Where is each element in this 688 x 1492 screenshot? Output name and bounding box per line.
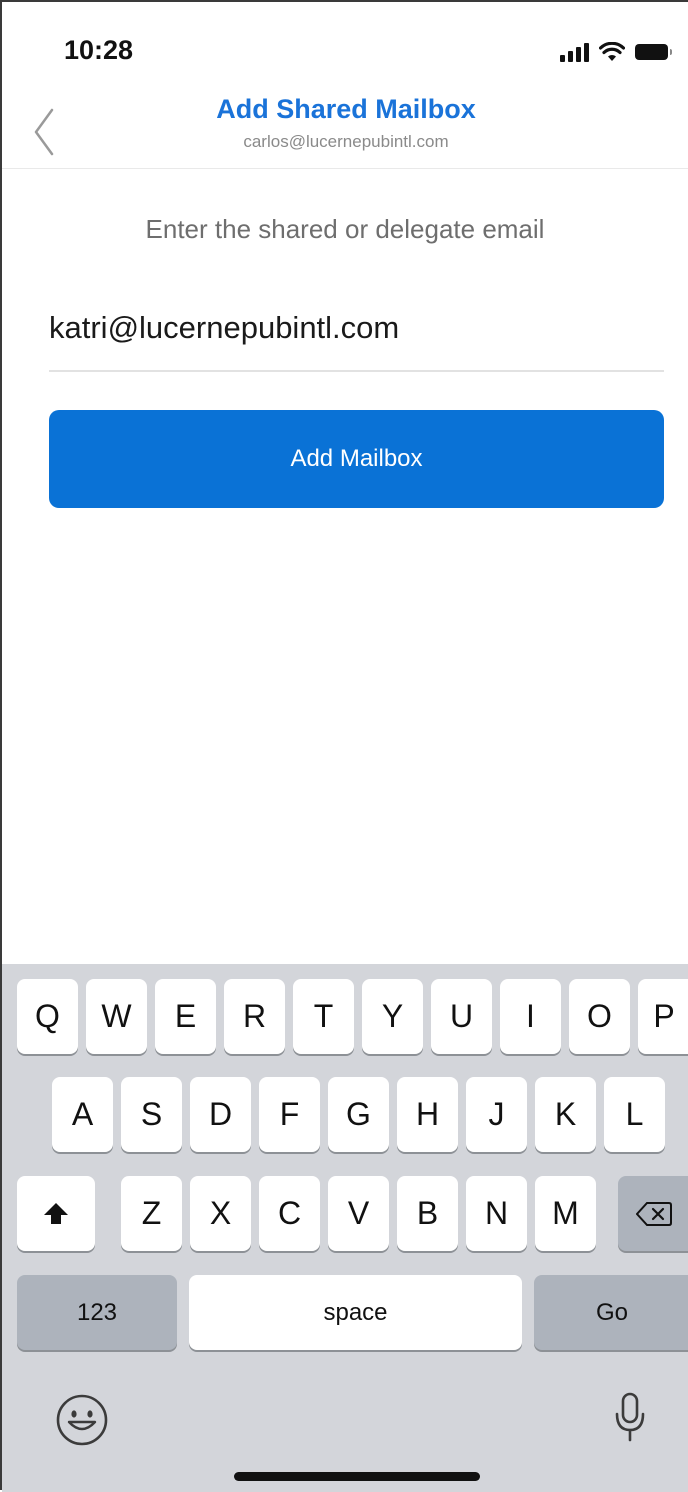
status-time: 10:28: [64, 35, 134, 65]
key-r[interactable]: R: [224, 979, 285, 1054]
key-g[interactable]: G: [328, 1077, 389, 1152]
key-p[interactable]: P: [638, 979, 688, 1054]
app-frame: 10:28 Add Shared Mailbox carlos@lucernep…: [0, 0, 688, 1492]
emoji-icon: [56, 1394, 108, 1446]
numbers-key[interactable]: 123: [17, 1275, 177, 1350]
microphone-icon: [615, 1392, 645, 1442]
dictation-button[interactable]: [610, 1390, 650, 1450]
email-field[interactable]: [49, 304, 664, 352]
key-f[interactable]: F: [259, 1077, 320, 1152]
status-bar: 10:28: [2, 2, 688, 82]
add-mailbox-button[interactable]: Add Mailbox: [49, 410, 664, 508]
instruction-text: Enter the shared or delegate email: [145, 214, 545, 244]
key-a[interactable]: A: [52, 1077, 113, 1152]
backspace-icon: [636, 1201, 672, 1226]
key-e[interactable]: E: [155, 979, 216, 1054]
shift-key[interactable]: [17, 1176, 95, 1251]
key-u[interactable]: U: [431, 979, 492, 1054]
key-k[interactable]: K: [535, 1077, 596, 1152]
key-h[interactable]: H: [397, 1077, 458, 1152]
key-w[interactable]: W: [86, 979, 147, 1054]
key-i[interactable]: I: [500, 979, 561, 1054]
key-c[interactable]: C: [259, 1176, 320, 1251]
key-o[interactable]: O: [569, 979, 630, 1054]
status-icons: [560, 40, 672, 62]
key-l[interactable]: L: [604, 1077, 665, 1152]
key-z[interactable]: Z: [121, 1176, 182, 1251]
key-s[interactable]: S: [121, 1077, 182, 1152]
account-email: carlos@lucernepubintl.com: [243, 132, 449, 151]
cellular-signal-icon: [560, 42, 589, 62]
key-m[interactable]: M: [535, 1176, 596, 1251]
key-x[interactable]: X: [190, 1176, 251, 1251]
key-d[interactable]: D: [190, 1077, 251, 1152]
key-t[interactable]: T: [293, 979, 354, 1054]
key-y[interactable]: Y: [362, 979, 423, 1054]
key-v[interactable]: V: [328, 1176, 389, 1251]
input-underline: [49, 370, 664, 372]
battery-icon: [635, 44, 672, 60]
shift-icon: [44, 1202, 68, 1224]
go-key[interactable]: Go: [534, 1275, 688, 1350]
key-q[interactable]: Q: [17, 979, 78, 1054]
space-key[interactable]: space: [189, 1275, 522, 1350]
wifi-icon: [599, 42, 625, 61]
backspace-key[interactable]: [618, 1176, 688, 1251]
page-title: Add Shared Mailbox: [216, 94, 476, 124]
key-b[interactable]: B: [397, 1176, 458, 1251]
emoji-button[interactable]: [54, 1392, 110, 1448]
key-n[interactable]: N: [466, 1176, 527, 1251]
nav-header: Add Shared Mailbox carlos@lucernepubintl…: [2, 82, 688, 169]
home-indicator[interactable]: [234, 1472, 480, 1481]
key-j[interactable]: J: [466, 1077, 527, 1152]
keyboard: Q W E R T Y U I O P A S D F G H J K L Z …: [2, 964, 688, 1492]
